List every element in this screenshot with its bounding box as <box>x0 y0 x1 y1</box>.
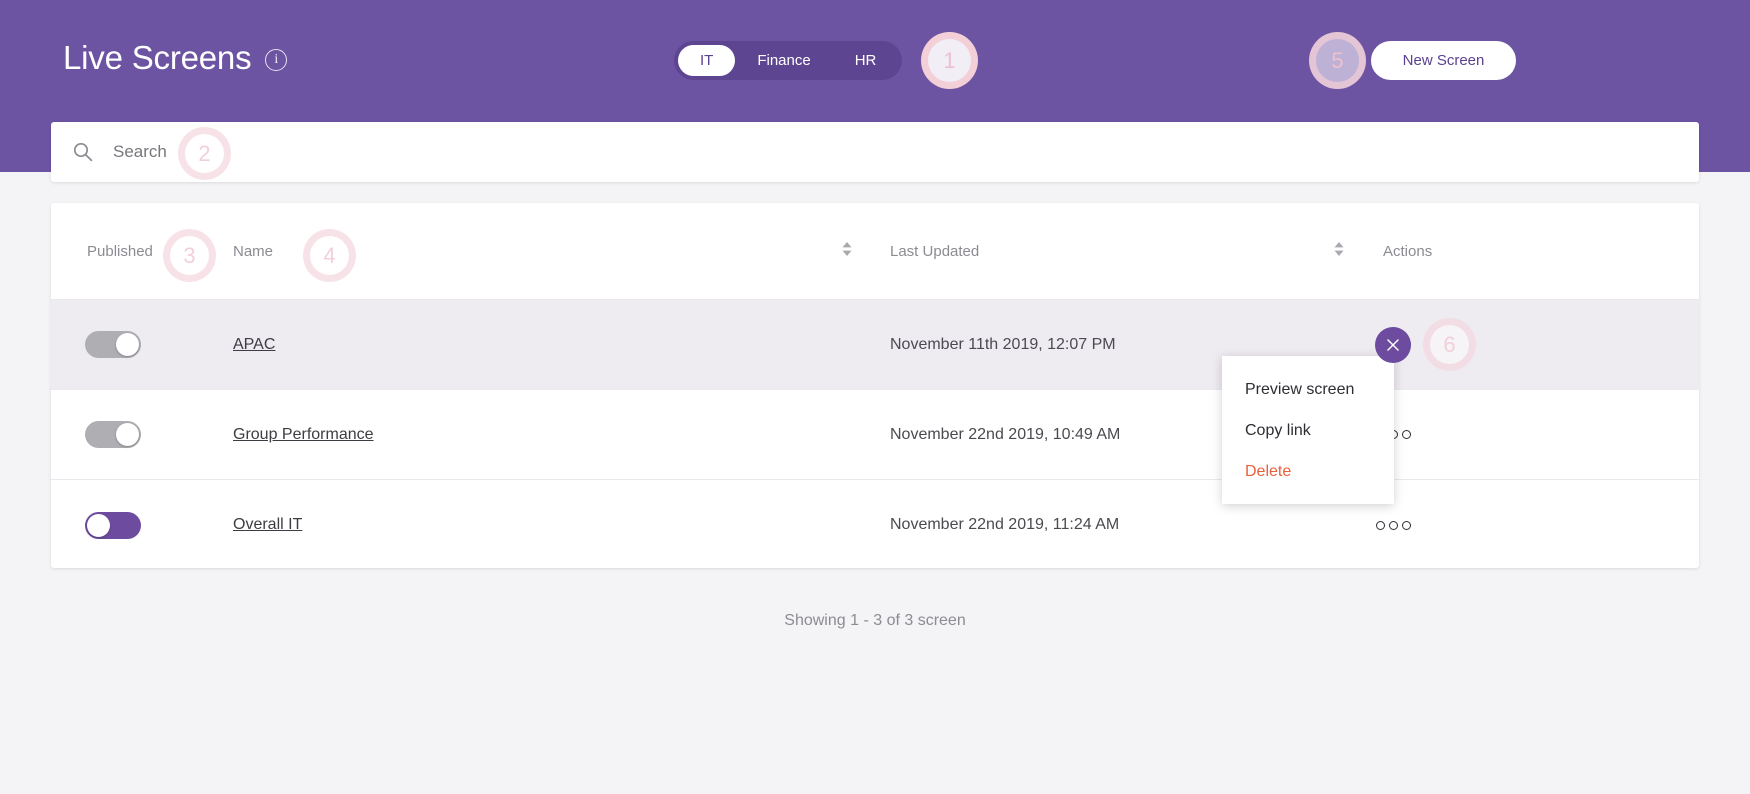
page-title-group: Live Screens i <box>63 38 288 78</box>
info-icon[interactable]: i <box>265 49 288 71</box>
new-screen-button[interactable]: New Screen <box>1371 41 1516 80</box>
close-icon[interactable] <box>1375 327 1411 363</box>
annotation-badge-5: 5 <box>1309 32 1366 89</box>
publish-toggle[interactable] <box>85 331 141 358</box>
publish-toggle[interactable] <box>85 511 141 539</box>
publish-toggle[interactable] <box>85 421 141 448</box>
more-options-icon[interactable] <box>1376 520 1411 530</box>
menu-item-delete[interactable]: Delete <box>1222 451 1394 492</box>
dot <box>1376 520 1385 530</box>
table-row[interactable]: Overall IT November 22nd 2019, 11:24 AM <box>51 480 1699 570</box>
screen-name-link[interactable]: Overall IT <box>233 516 302 534</box>
tab-hr[interactable]: HR <box>833 45 899 76</box>
column-header-last-updated: Last Updated <box>890 242 980 260</box>
tab-it[interactable]: IT <box>678 45 736 76</box>
toggle-knob <box>116 333 139 356</box>
toggle-knob <box>116 423 139 446</box>
annotation-badge-6: 6 <box>1423 318 1476 371</box>
table-row[interactable]: Group Performance November 22nd 2019, 10… <box>51 390 1699 480</box>
toggle-knob <box>87 513 110 537</box>
screen-name-link[interactable]: APAC <box>233 336 275 354</box>
annotation-badge-2: 2 <box>178 127 231 180</box>
menu-item-copy-link[interactable]: Copy link <box>1222 410 1394 451</box>
annotation-badge-1: 1 <box>921 32 978 89</box>
search-bar[interactable] <box>51 122 1699 182</box>
sort-name-icon[interactable] <box>842 241 852 262</box>
column-header-actions: Actions <box>1383 242 1433 260</box>
dot <box>1402 520 1411 530</box>
tab-finance[interactable]: Finance <box>735 45 832 76</box>
sort-last-updated-icon[interactable] <box>1334 241 1344 262</box>
dot <box>1389 520 1398 530</box>
annotation-badge-4: 4 <box>303 229 356 282</box>
screen-name-link[interactable]: Group Performance <box>233 426 374 444</box>
dot <box>1402 430 1411 439</box>
annotation-badge-3: 3 <box>163 229 216 282</box>
menu-item-preview-screen[interactable]: Preview screen <box>1222 369 1394 410</box>
column-header-name: Name <box>233 242 274 260</box>
column-header-published: Published <box>87 242 153 260</box>
page-title: Live Screens <box>63 39 252 76</box>
pagination-summary: Showing 1 - 3 of 3 screen <box>784 612 966 629</box>
row-actions-dropdown: Preview screen Copy link Delete <box>1222 356 1394 504</box>
screens-table-card: Published Name Last Updated Actions APAC… <box>51 203 1699 568</box>
table-header-row: Published Name Last Updated Actions <box>51 203 1699 300</box>
search-icon <box>73 142 93 162</box>
last-updated-value: November 22nd 2019, 11:24 AM <box>890 516 1120 533</box>
last-updated-value: November 11th 2019, 12:07 PM <box>890 335 1116 353</box>
department-tabs[interactable]: IT Finance HR <box>674 41 903 80</box>
search-input[interactable] <box>113 142 1113 162</box>
last-updated-value: November 22nd 2019, 10:49 AM <box>890 425 1121 443</box>
